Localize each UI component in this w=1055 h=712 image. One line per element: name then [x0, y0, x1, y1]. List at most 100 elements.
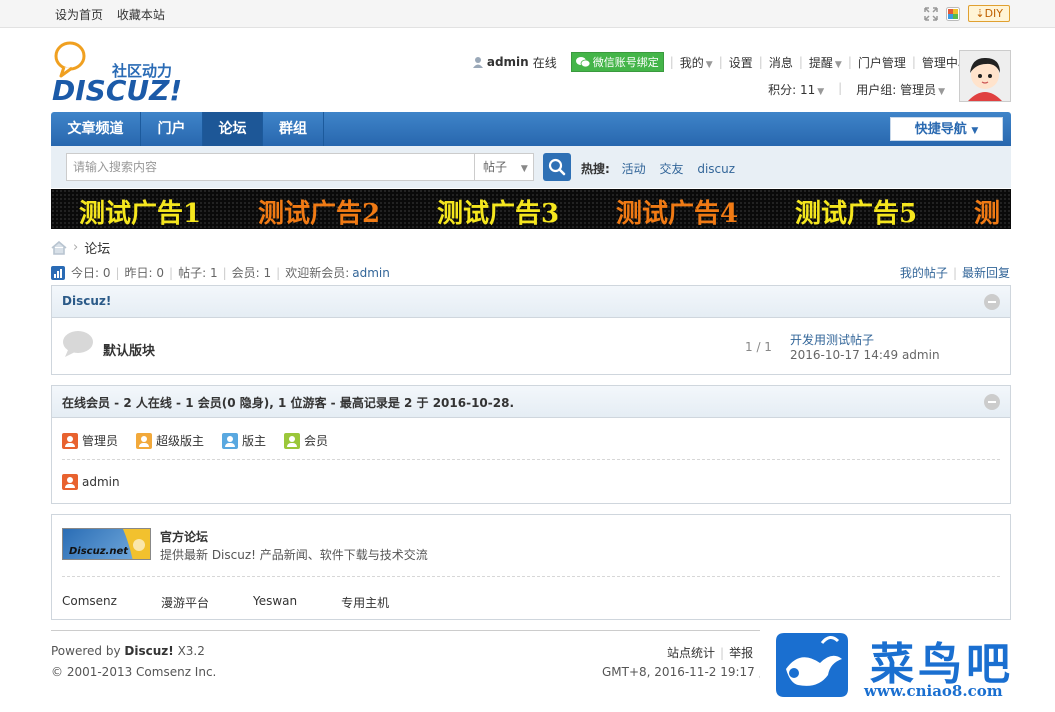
nav-item-forum[interactable]: 论坛	[203, 112, 263, 146]
style-switch-icon[interactable]	[946, 6, 961, 21]
quick-nav-button[interactable]: 快捷导航 ▼	[890, 117, 1003, 141]
discuz-logo-icon: 社区动力 DISCUZ!	[52, 41, 182, 107]
search-type-select[interactable]: 帖子 ▼	[474, 153, 534, 181]
legend-super-moderator: 超级版主	[136, 432, 204, 449]
search-icon	[548, 158, 566, 176]
chevron-down-icon: ▼	[817, 87, 825, 97]
user-info: 积分: 11 ▼ | 用户组: 管理员 ▼	[768, 81, 945, 98]
chevron-down-icon: ▼	[705, 59, 713, 70]
logo-wordmark: DISCUZ!	[52, 74, 182, 105]
online-status: 在线	[532, 55, 557, 70]
chart-icon	[51, 265, 65, 280]
friend-link[interactable]: 漫游平台	[161, 594, 209, 611]
nav-item-groups[interactable]: 群组	[263, 112, 324, 146]
menu-notifications[interactable]: 提醒 ▼	[809, 54, 842, 71]
hot-term-link[interactable]: discuz	[697, 162, 735, 176]
admin-user-icon	[62, 432, 78, 449]
avatar[interactable]	[959, 50, 1011, 102]
ad-item[interactable]: 测试广告3	[437, 193, 559, 229]
usergroup-dropdown[interactable]: 用户组: 管理员 ▼	[856, 81, 945, 98]
wechat-icon	[575, 57, 590, 68]
friend-link[interactable]: 专用主机	[341, 594, 389, 611]
forum-category-box: Discuz! 默认版块 1 / 1 开发用测试帖子 2016-10-17 14…	[51, 285, 1011, 375]
legend-moderator: 版主	[222, 432, 266, 449]
credits-dropdown[interactable]: 积分: 11 ▼	[768, 81, 824, 98]
category-title[interactable]: Discuz!	[62, 294, 111, 308]
forum-row: 默认版块 1 / 1 开发用测试帖子 2016-10-17 14:49 admi…	[52, 318, 1010, 374]
official-forum-desc: 提供最新 Discuz! 产品新闻、软件下载与技术交流	[160, 548, 428, 562]
hot-term-link[interactable]: 活动	[622, 162, 646, 176]
friend-links: Comsenz 漫游平台 Yeswan 专用主机	[62, 594, 433, 611]
forum-stats: 今日: 0 | 昨日: 0 | 帖子: 1 | 会员: 1 | 欢迎新会员: admin	[51, 264, 390, 281]
site-logo[interactable]: 社区动力 DISCUZ!	[52, 40, 192, 107]
friend-link[interactable]: Comsenz	[62, 594, 117, 611]
search-input[interactable]: 请输入搜索内容	[66, 153, 476, 181]
bird-logo-icon	[776, 633, 848, 697]
stat-members: 会员: 1	[231, 266, 272, 280]
menu-messages[interactable]: 消息	[769, 54, 793, 71]
super-moderator-user-icon	[136, 432, 153, 449]
main-nav: 文章频道 门户 论坛 群组 快捷导航 ▼	[51, 112, 1011, 146]
footer-links: 站点统计 | 举报	[667, 646, 754, 660]
latest-replies-link[interactable]: 最新回复	[962, 266, 1010, 280]
menu-settings[interactable]: 设置	[729, 54, 753, 71]
friend-link[interactable]: Yeswan	[253, 594, 297, 611]
discuz-brand-link[interactable]: Discuz!	[124, 644, 173, 658]
forum-thread-post-count: 1 / 1	[745, 340, 772, 354]
search-bar: 请输入搜索内容 帖子 ▼ 热搜: 活动 交友 discuz	[51, 146, 1011, 188]
my-posts-link[interactable]: 我的帖子	[900, 266, 948, 280]
quick-nav-label: 快捷导航	[914, 122, 967, 137]
avatar-image	[960, 51, 1010, 101]
copyright: © 2001-2013 Comsenz Inc.	[51, 665, 217, 679]
home-icon[interactable]	[51, 240, 67, 255]
username-link[interactable]: admin	[487, 55, 529, 69]
top-bar: 设为首页 收藏本站 ⇣DIY	[0, 0, 1055, 28]
report-link[interactable]: 举报	[729, 646, 753, 660]
ad-item[interactable]: 测试广告5	[795, 193, 917, 229]
collapse-icon[interactable]	[984, 294, 1000, 310]
ad-banner[interactable]: 测试广告1 测试广告2 测试广告3 测试广告4 测试广告5 测	[51, 189, 1011, 229]
download-arrow-icon: ⇣	[975, 7, 985, 20]
site-stats-link[interactable]: 站点统计	[667, 646, 715, 660]
forum-name-link[interactable]: 默认版块	[103, 340, 155, 359]
search-type-value: 帖子	[483, 160, 508, 174]
welcome-label: 欢迎新会员:	[285, 266, 350, 280]
newest-member-link[interactable]: admin	[352, 266, 390, 280]
collapse-icon[interactable]	[984, 394, 1000, 410]
fullscreen-icon[interactable]	[924, 6, 939, 21]
stat-today: 今日: 0	[71, 266, 111, 280]
discuz-net-logo[interactable]: Discuz.net	[62, 528, 151, 560]
online-user-item: admin	[62, 474, 120, 490]
version: X3.2	[177, 644, 205, 658]
my-links: 我的帖子 | 最新回复	[899, 266, 1010, 280]
chevron-down-icon: ▼	[520, 164, 528, 174]
server-time: GMT+8, 2016-11-2 19:17 , P	[602, 665, 774, 679]
friend-links-box: Discuz.net 官方论坛 提供最新 Discuz! 产品新闻、软件下载与技…	[51, 514, 1011, 620]
hot-search: 热搜: 活动 交友 discuz	[581, 160, 745, 177]
nav-item-portal[interactable]: 门户	[141, 112, 203, 146]
stat-yesterday: 昨日: 0	[124, 266, 165, 280]
search-button[interactable]	[543, 153, 571, 181]
hot-term-link[interactable]: 交友	[659, 162, 683, 176]
set-home-link[interactable]: 设为首页	[55, 8, 103, 22]
chevron-down-icon: ▼	[971, 126, 979, 136]
official-forum-link[interactable]: 官方论坛	[160, 528, 208, 545]
diy-label: DIY	[984, 7, 1003, 20]
wechat-bind-button[interactable]: 微信账号绑定	[570, 52, 664, 72]
ad-item[interactable]: 测	[974, 193, 1000, 229]
breadcrumb-separator: ›	[73, 240, 79, 255]
ad-item[interactable]: 测试广告1	[79, 193, 201, 229]
breadcrumb-current[interactable]: 论坛	[84, 238, 110, 257]
last-post-link[interactable]: 开发用测试帖子	[790, 331, 874, 348]
bookmark-link[interactable]: 收藏本站	[117, 8, 165, 22]
ad-item[interactable]: 测试广告2	[258, 193, 380, 229]
wechat-bind-label: 微信账号绑定	[592, 56, 659, 69]
diy-button[interactable]: ⇣DIY	[968, 5, 1010, 22]
menu-portal-admin[interactable]: 门户管理	[858, 54, 906, 71]
online-title[interactable]: 在线会员 - 2 人在线 - 1 会员(0 隐身), 1 位游客 - 最高记录是…	[62, 394, 514, 411]
menu-my[interactable]: 我的 ▼	[680, 54, 713, 71]
nav-item-articles[interactable]: 文章频道	[51, 112, 141, 146]
moderator-user-icon	[222, 432, 239, 449]
online-user-link[interactable]: admin	[82, 475, 120, 489]
ad-item[interactable]: 测试广告4	[616, 193, 738, 229]
